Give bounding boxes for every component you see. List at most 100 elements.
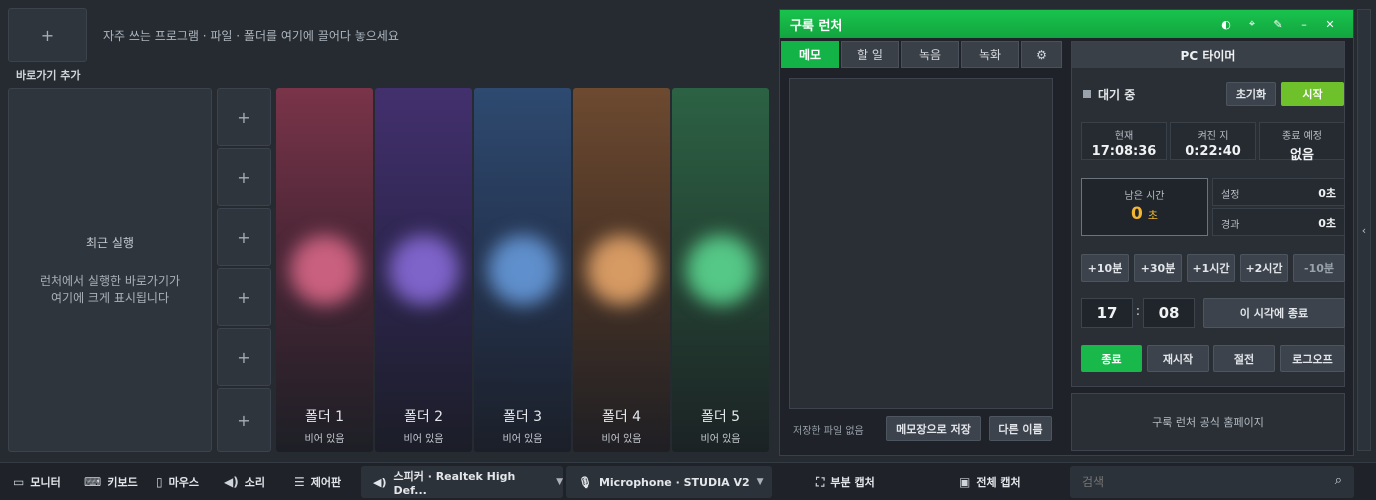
pin-icon[interactable]: ✎ <box>1270 16 1286 32</box>
homepage-link[interactable]: 구룩 런처 공식 홈페이지 <box>1071 393 1345 451</box>
folder-glow <box>282 228 367 312</box>
end-value: 없음 <box>1290 148 1314 163</box>
monitor-icon: ▭ <box>13 475 25 489</box>
microphone-icon: 🎙 <box>578 475 592 489</box>
speaker-select[interactable]: ◀) 스피커 · Realtek High Def... ▼ <box>361 466 563 498</box>
slot-1[interactable]: + <box>217 88 271 146</box>
launcher-title: 구룩 런처 <box>790 18 843 34</box>
plus-icon: + <box>40 25 55 45</box>
memo-save-status: 저장한 파일 없음 <box>793 426 864 437</box>
search-box[interactable]: ⌕ <box>1070 466 1354 498</box>
screen-capture-icon: ▣ <box>959 475 971 489</box>
plus-icon: + <box>237 410 251 430</box>
slot-5[interactable]: + <box>217 328 271 386</box>
search-icon[interactable]: ⌕ <box>1335 473 1342 488</box>
folder-tile-3[interactable]: 폴더 3 비어 있음 <box>474 88 571 452</box>
recent-title: 최근 실행 <box>86 235 134 250</box>
folder-name: 폴더 3 <box>502 409 543 425</box>
shutdown-button[interactable]: 종료 <box>1081 345 1142 372</box>
folder-tile-5[interactable]: 폴더 5 비어 있음 <box>672 88 769 452</box>
tab-record-video[interactable]: 녹화 <box>961 41 1019 68</box>
set-row: 설정 0초 <box>1212 178 1345 206</box>
remaining-value: 0 <box>1130 204 1143 224</box>
mic-select[interactable]: 🎙 Microphone · STUDIA V2 ▼ <box>566 466 772 498</box>
folder-tile-4[interactable]: 폴더 4 비어 있음 <box>573 88 670 452</box>
folder-status: 비어 있음 <box>502 434 543 445</box>
sub-10min-button[interactable]: -10분 <box>1293 254 1345 282</box>
save-to-notepad-button[interactable]: 메모장으로 저장 <box>886 416 981 441</box>
folder-tile-1[interactable]: 폴더 1 비어 있음 <box>276 88 373 452</box>
sound-label: 소리 <box>244 476 265 489</box>
remaining-label: 남은 시간 <box>1124 191 1165 202</box>
partial-capture-label: 부분 캡처 <box>830 476 875 489</box>
settings-tab[interactable]: ⚙ <box>1021 41 1062 68</box>
folder-name: 폴더 1 <box>304 409 345 425</box>
minute-input[interactable]: 08 <box>1143 298 1195 328</box>
partial-capture-button[interactable]: ⛶ 부분 캡처 <box>816 463 875 500</box>
mouse-button[interactable]: ▯ 마우스 <box>156 463 199 500</box>
reset-button[interactable]: 초기화 <box>1226 82 1276 106</box>
timer-state: 대기 중 <box>1098 88 1136 102</box>
folder-status: 비어 있음 <box>403 434 444 445</box>
location-pin-icon[interactable]: ⌖ <box>1244 16 1260 32</box>
monitor-label: 모니터 <box>30 476 61 489</box>
uptime-value: 0:22:40 <box>1185 144 1241 159</box>
monitor-button[interactable]: ▭ 모니터 <box>13 463 61 500</box>
logoff-button[interactable]: 로그오프 <box>1280 345 1345 372</box>
full-capture-label: 전체 캡처 <box>976 476 1021 489</box>
now-stat: 현재 17:08:36 <box>1081 122 1167 160</box>
tab-record-audio[interactable]: 녹음 <box>901 41 959 68</box>
mouse-label: 마우스 <box>168 476 199 489</box>
sleep-button[interactable]: 절전 <box>1213 345 1275 372</box>
slot-3[interactable]: + <box>217 208 271 266</box>
slot-4[interactable]: + <box>217 268 271 326</box>
control-panel-button[interactable]: ☰ 제어판 <box>294 463 341 500</box>
close-icon[interactable]: ✕ <box>1322 16 1338 32</box>
add-30min-button[interactable]: +30분 <box>1134 254 1182 282</box>
recent-desc-2: 여기에 크게 표시됩니다 <box>50 290 170 305</box>
slot-2[interactable]: + <box>217 148 271 206</box>
start-button[interactable]: 시작 <box>1281 82 1344 106</box>
uptime-stat: 켜진 지 0:22:40 <box>1170 122 1256 160</box>
recent-panel: 최근 실행 런처에서 실행한 바로가기가 여기에 크게 표시됩니다 <box>8 88 212 452</box>
mouse-icon: ▯ <box>156 475 163 489</box>
now-value: 17:08:36 <box>1091 144 1157 159</box>
save-as-button[interactable]: 다른 이름 <box>989 416 1052 441</box>
slot-6[interactable]: + <box>217 388 271 452</box>
speaker-device: 스피커 · Realtek High Def... <box>393 469 516 497</box>
keyboard-button[interactable]: ⌨ 키보드 <box>84 463 138 500</box>
crop-icon: ⛶ <box>816 474 825 489</box>
remaining-box: 남은 시간 0 초 <box>1081 178 1208 236</box>
plus-icon: + <box>237 107 251 127</box>
folder-tile-2[interactable]: 폴더 2 비어 있음 <box>375 88 472 452</box>
set-label: 설정 <box>1221 190 1240 201</box>
gear-icon: ⚙ <box>1036 47 1047 62</box>
timer-title: PC 타이머 <box>1072 42 1344 68</box>
add-10min-button[interactable]: +10분 <box>1081 254 1129 282</box>
keyboard-icon: ⌨ <box>84 475 102 489</box>
end-at-time-button[interactable]: 이 시각에 종료 <box>1203 298 1345 328</box>
folder-name: 폴더 5 <box>700 409 741 425</box>
sound-button[interactable]: ◀) 소리 <box>224 463 265 500</box>
end-stat: 종료 예정 없음 <box>1259 122 1345 163</box>
add-shortcut-tile[interactable]: + <box>8 8 87 62</box>
launcher-titlebar[interactable]: 구룩 런처 <box>780 10 1353 38</box>
memo-textarea[interactable] <box>789 78 1053 409</box>
add-2hour-button[interactable]: +2시간 <box>1240 254 1288 282</box>
taskbar: ▭ 모니터 ⌨ 키보드 ▯ 마우스 ◀) 소리 ☰ 제어판 ◀) 스피커 · Realte… <box>0 462 1376 500</box>
tab-memo[interactable]: 메모 <box>781 41 839 68</box>
folder-name: 폴더 4 <box>601 409 642 425</box>
hour-input[interactable]: 17 <box>1081 298 1133 328</box>
search-input[interactable] <box>1082 473 1312 491</box>
folder-status: 비어 있음 <box>700 434 741 445</box>
sliders-icon: ☰ <box>294 475 305 489</box>
full-capture-button[interactable]: ▣ 전체 캡처 <box>959 463 1021 500</box>
folder-name: 폴더 2 <box>403 409 444 425</box>
chevron-down-icon: ▼ <box>756 477 764 487</box>
restart-button[interactable]: 재시작 <box>1147 345 1209 372</box>
add-1hour-button[interactable]: +1시간 <box>1187 254 1235 282</box>
tab-todo[interactable]: 할 일 <box>841 41 899 68</box>
minimize-icon[interactable]: – <box>1296 16 1312 32</box>
collapse-handle[interactable]: ‹ <box>1357 9 1371 451</box>
theme-icon[interactable]: ◐ <box>1218 16 1234 32</box>
